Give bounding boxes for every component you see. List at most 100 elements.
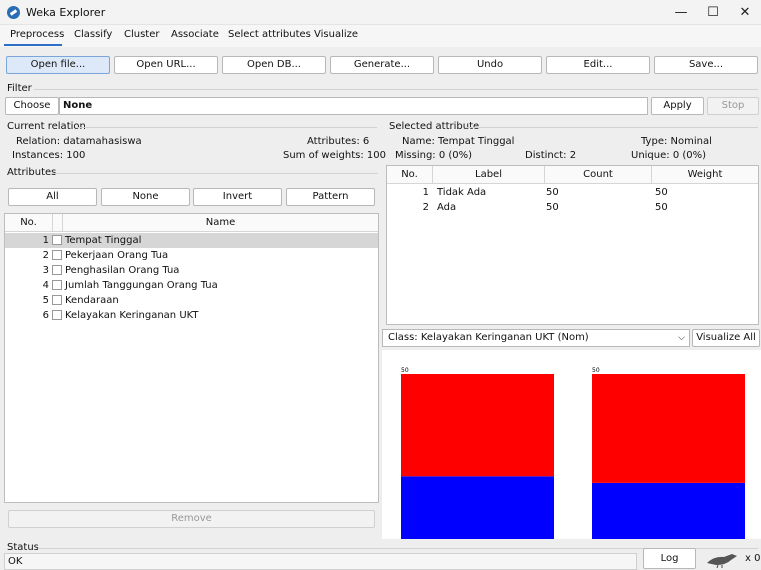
- col-name-header[interactable]: Name: [63, 214, 378, 232]
- row-name: Tempat Tinggal: [65, 235, 142, 246]
- attribute-type: Type: Nominal: [641, 136, 712, 147]
- table-row[interactable]: 2 Pekerjaan Orang Tua: [5, 248, 378, 263]
- title-bar: Weka Explorer — ☐ ✕: [0, 0, 761, 25]
- row-checkbox[interactable]: [52, 265, 62, 275]
- tab-cluster[interactable]: Cluster: [124, 29, 160, 40]
- select-all-button[interactable]: All: [8, 188, 97, 206]
- row-count: 50: [546, 202, 559, 213]
- maximize-button[interactable]: ☐: [698, 3, 728, 22]
- tab-associate[interactable]: Associate: [171, 29, 219, 40]
- row-name: Jumlah Tanggungan Orang Tua: [65, 280, 218, 291]
- tab-classify[interactable]: Classify: [74, 29, 112, 40]
- row-name: Penghasilan Orang Tua: [65, 265, 180, 276]
- apply-button[interactable]: Apply: [651, 97, 704, 115]
- attributes-divider: [52, 173, 378, 174]
- attributes-table-header: No. Name: [5, 214, 378, 232]
- table-row[interactable]: 4 Jumlah Tanggungan Orang Tua: [5, 278, 378, 293]
- attribute-missing: Missing: 0 (0%): [395, 150, 473, 161]
- row-label: Tidak Ada: [437, 187, 487, 198]
- row-checkbox[interactable]: [52, 310, 62, 320]
- bar-total-label: 50: [401, 367, 409, 374]
- row-name: Kelayakan Keringanan UKT: [65, 310, 199, 321]
- col-count-header[interactable]: Count: [545, 166, 652, 184]
- col-no-header[interactable]: No.: [387, 166, 433, 184]
- table-row[interactable]: 2 Ada 50 50: [387, 200, 758, 215]
- filter-field[interactable]: None: [59, 97, 648, 115]
- log-button[interactable]: Log: [643, 548, 696, 569]
- row-weight: 50: [655, 187, 668, 198]
- col-label-header[interactable]: Label: [433, 166, 545, 184]
- col-check-header: [53, 214, 63, 232]
- row-checkbox[interactable]: [52, 295, 62, 305]
- undo-button[interactable]: Undo: [438, 56, 542, 74]
- row-number: 6: [42, 310, 49, 321]
- row-number: 2: [422, 202, 429, 213]
- generate-button[interactable]: Generate...: [330, 56, 434, 74]
- attributes-title: Attributes: [7, 167, 57, 178]
- bar-tidak-ada-segment-1: [401, 476, 554, 539]
- tab-preprocess[interactable]: Preprocess: [10, 29, 64, 40]
- pattern-button[interactable]: Pattern: [286, 188, 375, 206]
- selected-attribute-divider: [466, 127, 758, 128]
- row-count: 50: [546, 187, 559, 198]
- table-row[interactable]: 3 Penghasilan Orang Tua: [5, 263, 378, 278]
- class-select[interactable]: Class: Kelayakan Keringanan UKT (Nom) ⌵: [382, 329, 690, 347]
- row-label: Ada: [437, 202, 457, 213]
- table-row[interactable]: 6 Kelayakan Keringanan UKT: [5, 308, 378, 323]
- current-relation-divider: [77, 127, 377, 128]
- window-title: Weka Explorer: [26, 6, 106, 19]
- row-checkbox[interactable]: [52, 250, 62, 260]
- attribute-distinct: Distinct: 2: [525, 150, 577, 161]
- remove-button: Remove: [8, 510, 375, 528]
- col-no-header[interactable]: No.: [5, 214, 53, 232]
- bar-ada-segment-0: [592, 374, 745, 483]
- open-db-button[interactable]: Open DB...: [222, 56, 326, 74]
- attribute-name: Name: Tempat Tinggal: [402, 136, 515, 147]
- invert-button[interactable]: Invert: [193, 188, 282, 206]
- open-file-button[interactable]: Open file...: [6, 56, 110, 74]
- filter-title: Filter: [7, 83, 32, 94]
- weka-icon: [7, 6, 20, 19]
- row-checkbox[interactable]: [52, 235, 62, 245]
- open-url-button[interactable]: Open URL...: [114, 56, 218, 74]
- status-text: OK: [4, 553, 637, 570]
- table-row[interactable]: 5 Kendaraan: [5, 293, 378, 308]
- row-number: 1: [42, 235, 49, 246]
- choose-button[interactable]: Choose: [5, 97, 59, 115]
- class-histogram: 50 50: [382, 350, 761, 539]
- attributes-count: Attributes: 6: [307, 136, 370, 147]
- select-none-button[interactable]: None: [101, 188, 190, 206]
- tab-select-attributes[interactable]: Select attributes: [228, 29, 311, 40]
- col-weight-header[interactable]: Weight: [652, 166, 758, 184]
- row-weight: 50: [655, 202, 668, 213]
- visualize-all-button[interactable]: Visualize All: [692, 329, 760, 347]
- task-count: x 0: [745, 553, 761, 564]
- minimize-button[interactable]: —: [666, 3, 696, 22]
- close-button[interactable]: ✕: [730, 3, 760, 22]
- labels-table-header: No. Label Count Weight: [387, 166, 758, 184]
- instances-count: Instances: 100: [12, 150, 86, 161]
- labels-table: No. Label Count Weight 1 Tidak Ada 50 50…: [386, 165, 759, 325]
- row-name: Kendaraan: [65, 295, 119, 306]
- row-name: Pekerjaan Orang Tua: [65, 250, 169, 261]
- table-row[interactable]: 1 Tempat Tinggal: [5, 233, 378, 248]
- bar-ada-segment-1: [592, 482, 745, 539]
- row-number: 1: [422, 187, 429, 198]
- sum-of-weights: Sum of weights: 100: [283, 150, 386, 161]
- bar-total-label: 50: [592, 367, 600, 374]
- chevron-down-icon: ⌵: [678, 333, 685, 343]
- row-checkbox[interactable]: [52, 280, 62, 290]
- save-button[interactable]: Save...: [654, 56, 758, 74]
- edit-button[interactable]: Edit...: [546, 56, 650, 74]
- row-number: 4: [42, 280, 49, 291]
- active-tab-indicator: [4, 44, 62, 46]
- weka-bird-icon[interactable]: [704, 551, 740, 568]
- bar-tidak-ada-segment-0: [401, 374, 554, 477]
- row-number: 2: [42, 250, 49, 261]
- class-select-value: Class: Kelayakan Keringanan UKT (Nom): [388, 332, 589, 343]
- status-title: Status: [7, 542, 39, 553]
- tab-visualize[interactable]: Visualize: [314, 29, 358, 40]
- row-number: 5: [42, 295, 49, 306]
- relation-name: Relation: datamahasiswa: [16, 136, 142, 147]
- table-row[interactable]: 1 Tidak Ada 50 50: [387, 185, 758, 200]
